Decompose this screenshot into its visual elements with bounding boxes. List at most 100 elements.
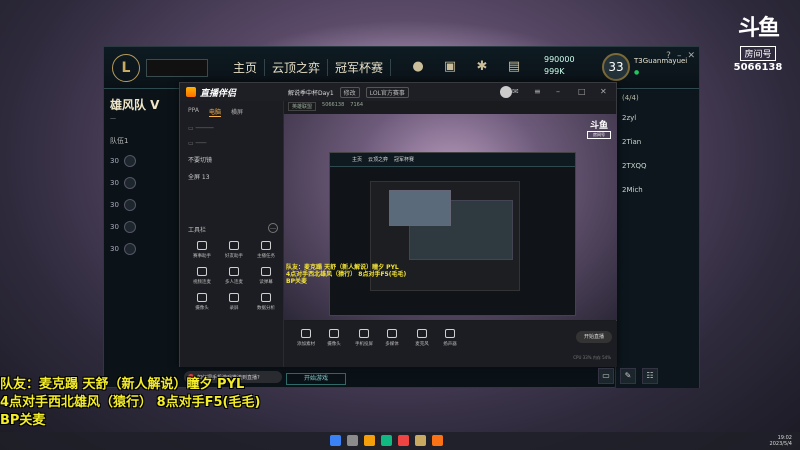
help-icon[interactable]: ? [666,51,671,61]
phone-cast-button[interactable]: 手机投屏 [350,329,378,347]
chat-icons: ▭ ✎ ☷ [598,368,658,384]
phone-icon [359,329,369,338]
minimize-icon[interactable]: – [556,87,566,97]
maximize-icon[interactable]: □ [578,87,588,97]
douyu-watermark: 斗鱼 房间号 5066138 [730,10,786,73]
player-icon [124,199,136,211]
tab-ppa[interactable]: PPA [188,107,199,117]
scene-item[interactable]: ▭ ─── [180,136,283,151]
tool-item[interactable]: 录屏 [218,293,250,311]
friend-item[interactable]: 2Tian [616,130,699,154]
tool-item[interactable]: 数据分析 [250,293,282,311]
nav-tft[interactable]: 云顶之弈 [265,59,329,76]
close-icon[interactable]: ✕ [687,51,695,61]
store-icon[interactable]: ▤ [504,59,524,77]
lol-logo-icon[interactable]: L [112,53,140,82]
room-tag: 房间号 [740,46,776,61]
tool-icon [261,267,271,276]
currency: 990000 999K [544,55,575,79]
scene-item[interactable]: 不要切镜 [180,151,283,168]
missions-icon[interactable]: ✎ [620,368,636,384]
lol-taskbar-icon[interactable] [415,435,426,446]
add-source-button[interactable]: 添加素材 [292,329,320,347]
lobby-slot[interactable]: 30 [110,154,176,168]
lol-top-icons: ● ▣ ✱ ▤ [408,59,536,77]
friend-item[interactable]: 2zyl [616,106,699,130]
friend-item[interactable]: 2TXQQ [616,154,699,178]
preview-douyu-logo: 斗鱼 [589,121,608,131]
scene-item[interactable]: 全屏 13 [180,168,283,185]
play-button[interactable] [146,58,208,77]
tool-item[interactable]: 读弹幕 [250,267,282,285]
chat-icon[interactable]: ▭ [598,368,614,384]
category-tag[interactable]: LOL官方赛事 [365,87,409,98]
camera-button[interactable]: 摄像头 [320,329,348,347]
overlay-line: 4点对手西北雄风（猿行） 8点对手F5(毛毛) [0,395,261,410]
app-icon[interactable] [398,435,409,446]
friend-item[interactable]: 2Mich [616,178,699,202]
stream-preview[interactable]: 主页 云顶之弈 冠军杯赛 斗鱼 房间号 队友：麦克蹋 天舒（新人解说）瞳夕 PY… [284,114,617,320]
media-button[interactable]: 多媒体 [378,329,406,347]
nav-champions-cup[interactable]: 冠军杯赛 [328,59,392,76]
lobby-slot[interactable]: 30 [110,198,176,212]
game-tag[interactable]: 英雄联盟 [288,102,317,111]
minimize-icon[interactable]: – [677,51,682,61]
stream-app-name: 直播伴侣 [200,88,237,99]
speaker-icon [445,329,455,338]
tool-item[interactable]: 多人连麦 [218,267,250,285]
tools-more-icon[interactable]: … [268,223,278,233]
edit-title-button[interactable]: 修改 [339,87,360,98]
team-subtitle: — [110,115,116,122]
player-icon [124,243,136,255]
player-icon [124,155,136,167]
tab-landscape[interactable]: 横屏 [231,107,243,117]
system-tray[interactable]: 19:02 2023/5/4 [770,435,792,447]
menu-icon[interactable]: ≡ [534,87,544,97]
profile-icon[interactable]: ● [408,59,428,77]
friends-header: (4/4) [622,94,639,102]
start-stream-button[interactable]: 开始直播 [576,331,612,343]
team-title: 雄风队 V [110,98,160,112]
tool-item[interactable]: 赛事助手 [186,241,218,259]
lobby-slot[interactable]: 30 [110,220,176,234]
preview-room-tag: 房间号 [587,131,611,139]
voice-icon[interactable]: ☷ [642,368,658,384]
close-icon[interactable]: ✕ [600,87,610,97]
overlay-line: 队友：麦克蹋 天舒（新人解说）瞳夕 PYL [0,377,245,392]
stream-app-window: 直播伴侣 解说季中杯Day1 修改 LOL官方赛事 英雄联盟 5066138 7… [179,82,617,383]
search-icon[interactable] [347,435,358,446]
tool-icon [197,293,207,302]
find-match-button[interactable]: 开始游戏 [286,373,346,385]
overlay-text: 队友：麦克蹋 天舒（新人解说）瞳夕 PYL 4点对手西北雄风（猿行） 8点对手F… [0,376,260,430]
tab-pc[interactable]: 电脑 [208,107,221,117]
mic-button[interactable]: 麦克风 [408,329,436,347]
tool-icon [261,293,271,302]
stream-app-icon [186,87,196,97]
player-icon [124,177,136,189]
avatar[interactable]: 33 [602,53,630,81]
tool-icon [197,267,207,276]
nested-topbar: 主页 云顶之弈 冠军杯赛 [330,153,575,167]
message-icon[interactable]: ✉ [512,87,522,97]
browser-icon[interactable] [381,435,392,446]
room-id: 5066138 [322,102,345,108]
lobby-slot[interactable]: 30 [110,242,176,256]
tool-item[interactable]: 好友助手 [218,241,250,259]
loot-icon[interactable]: ✱ [472,59,492,77]
lobby-slot[interactable]: 30 [110,176,176,190]
scene-item[interactable]: ▭ ───── [180,121,283,136]
collection-icon[interactable]: ▣ [440,59,460,77]
start-icon[interactable] [330,435,341,446]
tool-item[interactable]: 主播任务 [250,241,282,259]
tool-item[interactable]: 摄像头 [186,293,218,311]
currency-be: 990000 [544,55,575,64]
lol-window-controls: ? – ✕ [660,51,695,61]
nested-nav-tft: 云顶之弈 [368,157,389,163]
stream-taskbar-icon[interactable] [432,435,443,446]
currency-rp: 999K [544,67,565,76]
tool-icon [261,241,271,250]
tool-item[interactable]: 视频连麦 [186,267,218,285]
nav-home[interactable]: 主页 [226,59,266,76]
speaker-button[interactable]: 扬声器 [436,329,464,347]
folder-icon[interactable] [364,435,375,446]
